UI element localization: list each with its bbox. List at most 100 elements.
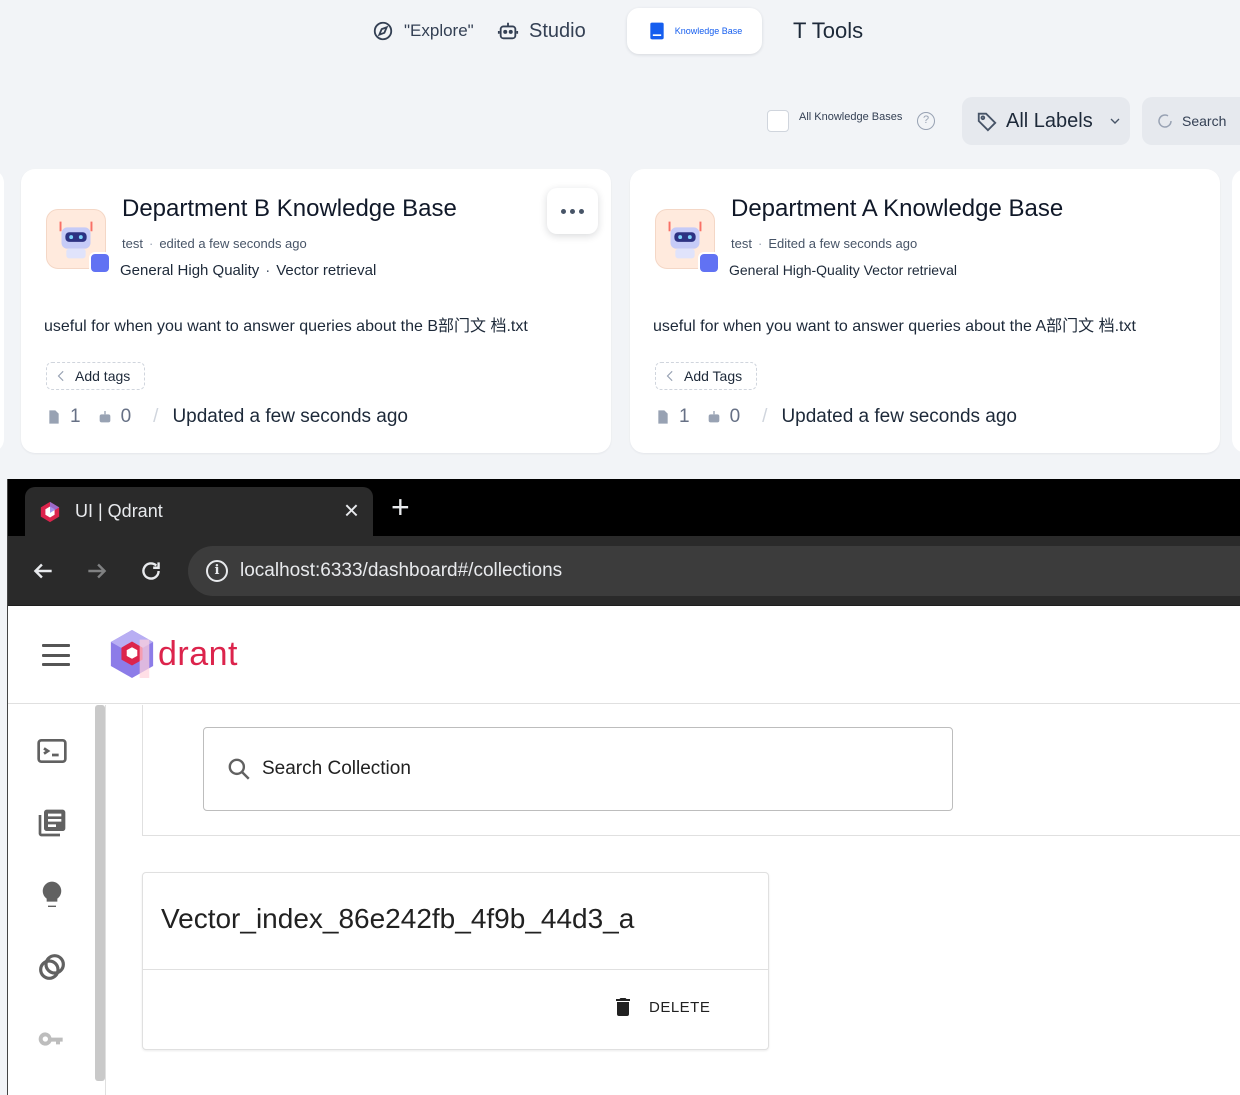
more-options-button[interactable] (547, 188, 598, 234)
tab-strip: UI | Qdrant × + (8, 479, 1240, 536)
divider (143, 969, 768, 970)
nav-tools-label: T Tools (793, 18, 864, 43)
nav-explore[interactable]: "Explore" (372, 8, 474, 54)
console-icon[interactable] (36, 735, 68, 767)
document-icon (49, 410, 59, 424)
nav-tools[interactable]: T Tools (793, 8, 863, 54)
kb-card-updated: Updated a few seconds ago (172, 406, 408, 427)
top-navigation: "Explore" Studio Knowledge Base T Tools (0, 0, 1240, 62)
nav-explore-label: "Explore" (404, 21, 474, 40)
kb-card-title: Department B Knowledge Base (122, 195, 457, 222)
filter-bar: All Knowledge Bases ? All Labels Search (0, 97, 1240, 145)
browser-toolbar: i localhost:6333/dashboard#/collections (8, 536, 1240, 606)
qdrant-sidebar (8, 705, 106, 1095)
book-icon (650, 22, 664, 40)
nav-knowledge-base[interactable]: Knowledge Base (627, 8, 762, 54)
new-tab-button[interactable]: + (391, 489, 410, 525)
kb-card-mode: General High Quality · Vector retrieval (120, 262, 377, 279)
forward-arrow-icon[interactable] (84, 558, 110, 584)
robot-avatar-icon (46, 209, 111, 274)
nav-knowledge-base-label: Knowledge Base (674, 26, 743, 36)
card-edge-left (0, 169, 4, 453)
app-count: 0 (120, 406, 132, 427)
app-count: 0 (729, 406, 741, 427)
kb-card-mode-b: Vector retrieval (276, 262, 377, 279)
browser-tab-qdrant[interactable]: UI | Qdrant × (25, 487, 373, 536)
trash-icon (616, 998, 630, 1016)
kb-card-edited: edited a few seconds ago (159, 236, 307, 251)
all-labels-text: All Labels (1006, 109, 1093, 132)
kb-card-description: useful for when you want to answer queri… (653, 318, 1136, 335)
all-knowledge-bases-checkbox[interactable] (767, 110, 789, 132)
add-tags-button[interactable]: Add Tags (655, 362, 758, 390)
api-key-icon[interactable] (36, 1023, 68, 1055)
delete-label: DELETE (649, 998, 711, 1016)
kb-card-department-a[interactable]: Department A Knowledge Base test · Edited … (630, 169, 1220, 453)
kb-card-description: useful for when you want to answer queri… (44, 318, 528, 335)
compass-icon (373, 21, 393, 41)
delete-collection-button[interactable]: DELETE (611, 995, 710, 1019)
reload-icon[interactable] (138, 558, 164, 584)
add-tags-label: Add tags (75, 368, 131, 384)
qdrant-favicon-icon (40, 501, 60, 522)
kb-card-footer: 1 0 / Updated a few seconds ago (655, 406, 1017, 428)
tutorial-icon[interactable] (36, 879, 68, 911)
address-bar[interactable]: i localhost:6333/dashboard#/collections (188, 546, 1240, 596)
tag-outline-icon (666, 370, 673, 382)
card-edge-right (1232, 169, 1240, 453)
kb-search-placeholder: Search (1182, 113, 1227, 129)
chevron-down-icon (1110, 118, 1120, 124)
kb-card-department-b[interactable]: Department B Knowledge Base test · edited … (21, 169, 611, 453)
doc-count: 1 (679, 406, 690, 427)
nav-studio-label: Studio (529, 19, 586, 42)
kb-card-edited: Edited a few seconds ago (768, 236, 918, 251)
kb-card-author: test (122, 236, 143, 251)
close-tab-icon[interactable]: × (344, 497, 359, 523)
all-knowledge-bases-label: All Knowledge Bases (799, 111, 903, 123)
collection-name[interactable]: Vector_index_86e242fb_4f9b_44d3_a (161, 903, 634, 935)
kb-card-author: test (731, 236, 752, 251)
help-icon[interactable]: ? (917, 112, 935, 130)
qdrant-header: drant (8, 606, 1240, 704)
robot-small-icon (99, 411, 110, 423)
browser-window: UI | Qdrant × + i localhost:6333/dashboa… (7, 479, 1240, 1095)
search-collection-placeholder: Search Collection (262, 758, 411, 779)
kb-card-mode-a: General High Quality (120, 262, 260, 279)
search-icon (228, 758, 250, 780)
document-icon (658, 410, 668, 424)
dataset-badge-icon (698, 252, 720, 274)
kb-card-meta: test · edited a few seconds ago (122, 236, 307, 251)
menu-icon[interactable] (42, 644, 70, 666)
nav-studio[interactable]: Studio (497, 8, 586, 54)
back-arrow-icon[interactable] (30, 558, 56, 584)
kb-card-mode: General High-Quality Vector retrieval (729, 262, 957, 278)
robot-icon (497, 22, 519, 40)
tag-icon (977, 112, 997, 132)
tab-title: UI | Qdrant (75, 501, 163, 521)
kb-card-title: Department A Knowledge Base (731, 195, 1064, 222)
collections-icon[interactable] (36, 807, 68, 839)
kb-search-input[interactable]: Search (1142, 97, 1240, 145)
add-tags-label: Add Tags (684, 368, 743, 384)
doc-count: 1 (70, 406, 81, 427)
separator: / (153, 406, 159, 427)
kb-card-footer: 1 0 / Updated a few seconds ago (46, 406, 408, 428)
datasets-icon[interactable] (36, 951, 68, 983)
search-panel: Search Collection (142, 705, 1240, 836)
loading-icon (1158, 114, 1172, 128)
qdrant-logo-text: drant (158, 634, 238, 673)
all-labels-dropdown[interactable]: All Labels (962, 97, 1130, 145)
robot-small-icon (708, 411, 719, 423)
add-tags-button[interactable]: Add tags (46, 362, 146, 390)
sidebar-scrollbar[interactable] (95, 705, 105, 1081)
kb-card-updated: Updated a few seconds ago (781, 406, 1017, 427)
url-text: localhost:6333/dashboard#/collections (240, 560, 563, 581)
separator: / (762, 406, 768, 427)
site-info-icon[interactable]: i (206, 560, 228, 582)
collection-card[interactable]: Vector_index_86e242fb_4f9b_44d3_a DELETE (142, 872, 769, 1050)
kb-card-meta: test · Edited a few seconds ago (731, 236, 918, 251)
dataset-badge-icon (89, 252, 111, 274)
search-collection-input[interactable]: Search Collection (203, 727, 953, 811)
robot-avatar-icon (655, 209, 720, 274)
tag-outline-icon (57, 370, 64, 382)
